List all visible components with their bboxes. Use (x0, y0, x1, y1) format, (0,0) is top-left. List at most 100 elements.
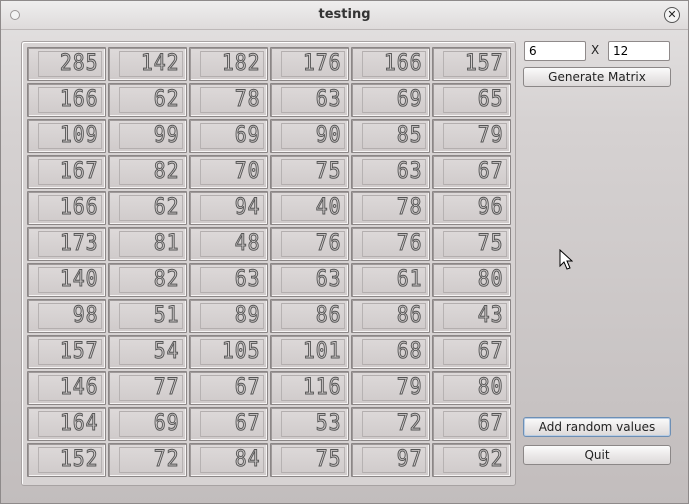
lcd-value: 96 (443, 195, 507, 221)
lcd-value: 146 (38, 375, 102, 401)
lcd-value: 152 (38, 447, 102, 473)
lcd-value: 51 (119, 303, 183, 329)
lcd-value: 182 (200, 51, 264, 77)
matrix-cell: 54 (108, 335, 187, 369)
matrix-cell: 90 (270, 119, 349, 153)
matrix-cell: 146 (27, 371, 106, 405)
lcd-value: 67 (200, 411, 264, 437)
lcd-value: 142 (119, 51, 183, 77)
matrix-cell: 98 (27, 299, 106, 333)
matrix-cell: 82 (108, 263, 187, 297)
matrix-cell: 63 (351, 155, 430, 189)
matrix-cell: 166 (351, 47, 430, 81)
lcd-value: 98 (38, 303, 102, 329)
lcd-value: 40 (281, 195, 345, 221)
lcd-value: 109 (38, 123, 102, 149)
window-title: testing (318, 7, 371, 22)
cols-input[interactable] (608, 41, 670, 61)
lcd-value: 67 (443, 411, 507, 437)
matrix-cell: 63 (270, 263, 349, 297)
lcd-value: 157 (443, 51, 507, 77)
matrix-cell: 51 (108, 299, 187, 333)
matrix-grid: 285 142 182 176 166 157 166 62 78 63 69 65 109 99 69 90… (27, 47, 511, 477)
lcd-value: 285 (38, 51, 102, 77)
matrix-cell: 142 (108, 47, 187, 81)
lcd-value: 86 (362, 303, 426, 329)
matrix-cell: 79 (432, 119, 511, 153)
matrix-cell: 92 (432, 443, 511, 477)
matrix-cell: 82 (108, 155, 187, 189)
lcd-value: 63 (362, 159, 426, 185)
lcd-value: 92 (443, 447, 507, 473)
lcd-value: 101 (281, 339, 345, 365)
matrix-cell: 76 (351, 227, 430, 261)
matrix-cell: 43 (432, 299, 511, 333)
matrix-cell: 68 (351, 335, 430, 369)
matrix-cell: 63 (270, 83, 349, 117)
title-bar: testing ✕ (1, 1, 688, 30)
lcd-value: 67 (443, 339, 507, 365)
lcd-value: 53 (281, 411, 345, 437)
matrix-cell: 63 (189, 263, 268, 297)
matrix-cell: 85 (351, 119, 430, 153)
matrix-cell: 84 (189, 443, 268, 477)
lcd-value: 54 (119, 339, 183, 365)
matrix-cell: 70 (189, 155, 268, 189)
lcd-value: 166 (38, 87, 102, 113)
lcd-value: 176 (281, 51, 345, 77)
lcd-value: 164 (38, 411, 102, 437)
lcd-value: 166 (362, 51, 426, 77)
matrix-cell: 75 (432, 227, 511, 261)
add-random-values-button[interactable]: Add random values (523, 417, 671, 437)
matrix-cell: 75 (270, 155, 349, 189)
lcd-value: 63 (281, 87, 345, 113)
lcd-value: 67 (443, 159, 507, 185)
matrix-cell: 72 (351, 407, 430, 441)
matrix-cell: 157 (432, 47, 511, 81)
lcd-value: 48 (200, 231, 264, 257)
generate-matrix-button[interactable]: Generate Matrix (523, 67, 671, 87)
lcd-value: 70 (200, 159, 264, 185)
lcd-value: 68 (362, 339, 426, 365)
lcd-value: 76 (281, 231, 345, 257)
lcd-value: 157 (38, 339, 102, 365)
matrix-cell: 69 (189, 119, 268, 153)
matrix-cell: 167 (27, 155, 106, 189)
matrix-cell: 67 (189, 407, 268, 441)
matrix-cell: 72 (108, 443, 187, 477)
matrix-cell: 81 (108, 227, 187, 261)
lcd-value: 72 (362, 411, 426, 437)
matrix-cell: 116 (270, 371, 349, 405)
lcd-value: 166 (38, 195, 102, 221)
matrix-cell: 62 (108, 191, 187, 225)
lcd-value: 78 (362, 195, 426, 221)
lcd-value: 69 (362, 87, 426, 113)
matrix-cell: 89 (189, 299, 268, 333)
lcd-value: 65 (443, 87, 507, 113)
matrix-cell: 61 (351, 263, 430, 297)
matrix-cell: 78 (351, 191, 430, 225)
lcd-value: 167 (38, 159, 102, 185)
lcd-value: 75 (443, 231, 507, 257)
quit-button[interactable]: Quit (523, 445, 671, 465)
matrix-panel: 285 142 182 176 166 157 166 62 78 63 69 65 109 99 69 90… (21, 41, 516, 486)
lcd-value: 140 (38, 267, 102, 293)
matrix-cell: 166 (27, 83, 106, 117)
matrix-cell: 182 (189, 47, 268, 81)
lcd-value: 99 (119, 123, 183, 149)
matrix-cell: 86 (351, 299, 430, 333)
rows-input[interactable] (524, 41, 586, 61)
matrix-cell: 94 (189, 191, 268, 225)
lcd-value: 67 (200, 375, 264, 401)
matrix-cell: 105 (189, 335, 268, 369)
matrix-cell: 69 (351, 83, 430, 117)
close-icon[interactable]: ✕ (664, 7, 680, 23)
matrix-cell: 109 (27, 119, 106, 153)
matrix-cell: 67 (432, 155, 511, 189)
lcd-value: 79 (362, 375, 426, 401)
mouse-pointer-icon (559, 249, 573, 270)
matrix-cell: 76 (270, 227, 349, 261)
matrix-cell: 285 (27, 47, 106, 81)
matrix-cell: 176 (270, 47, 349, 81)
matrix-cell: 79 (351, 371, 430, 405)
